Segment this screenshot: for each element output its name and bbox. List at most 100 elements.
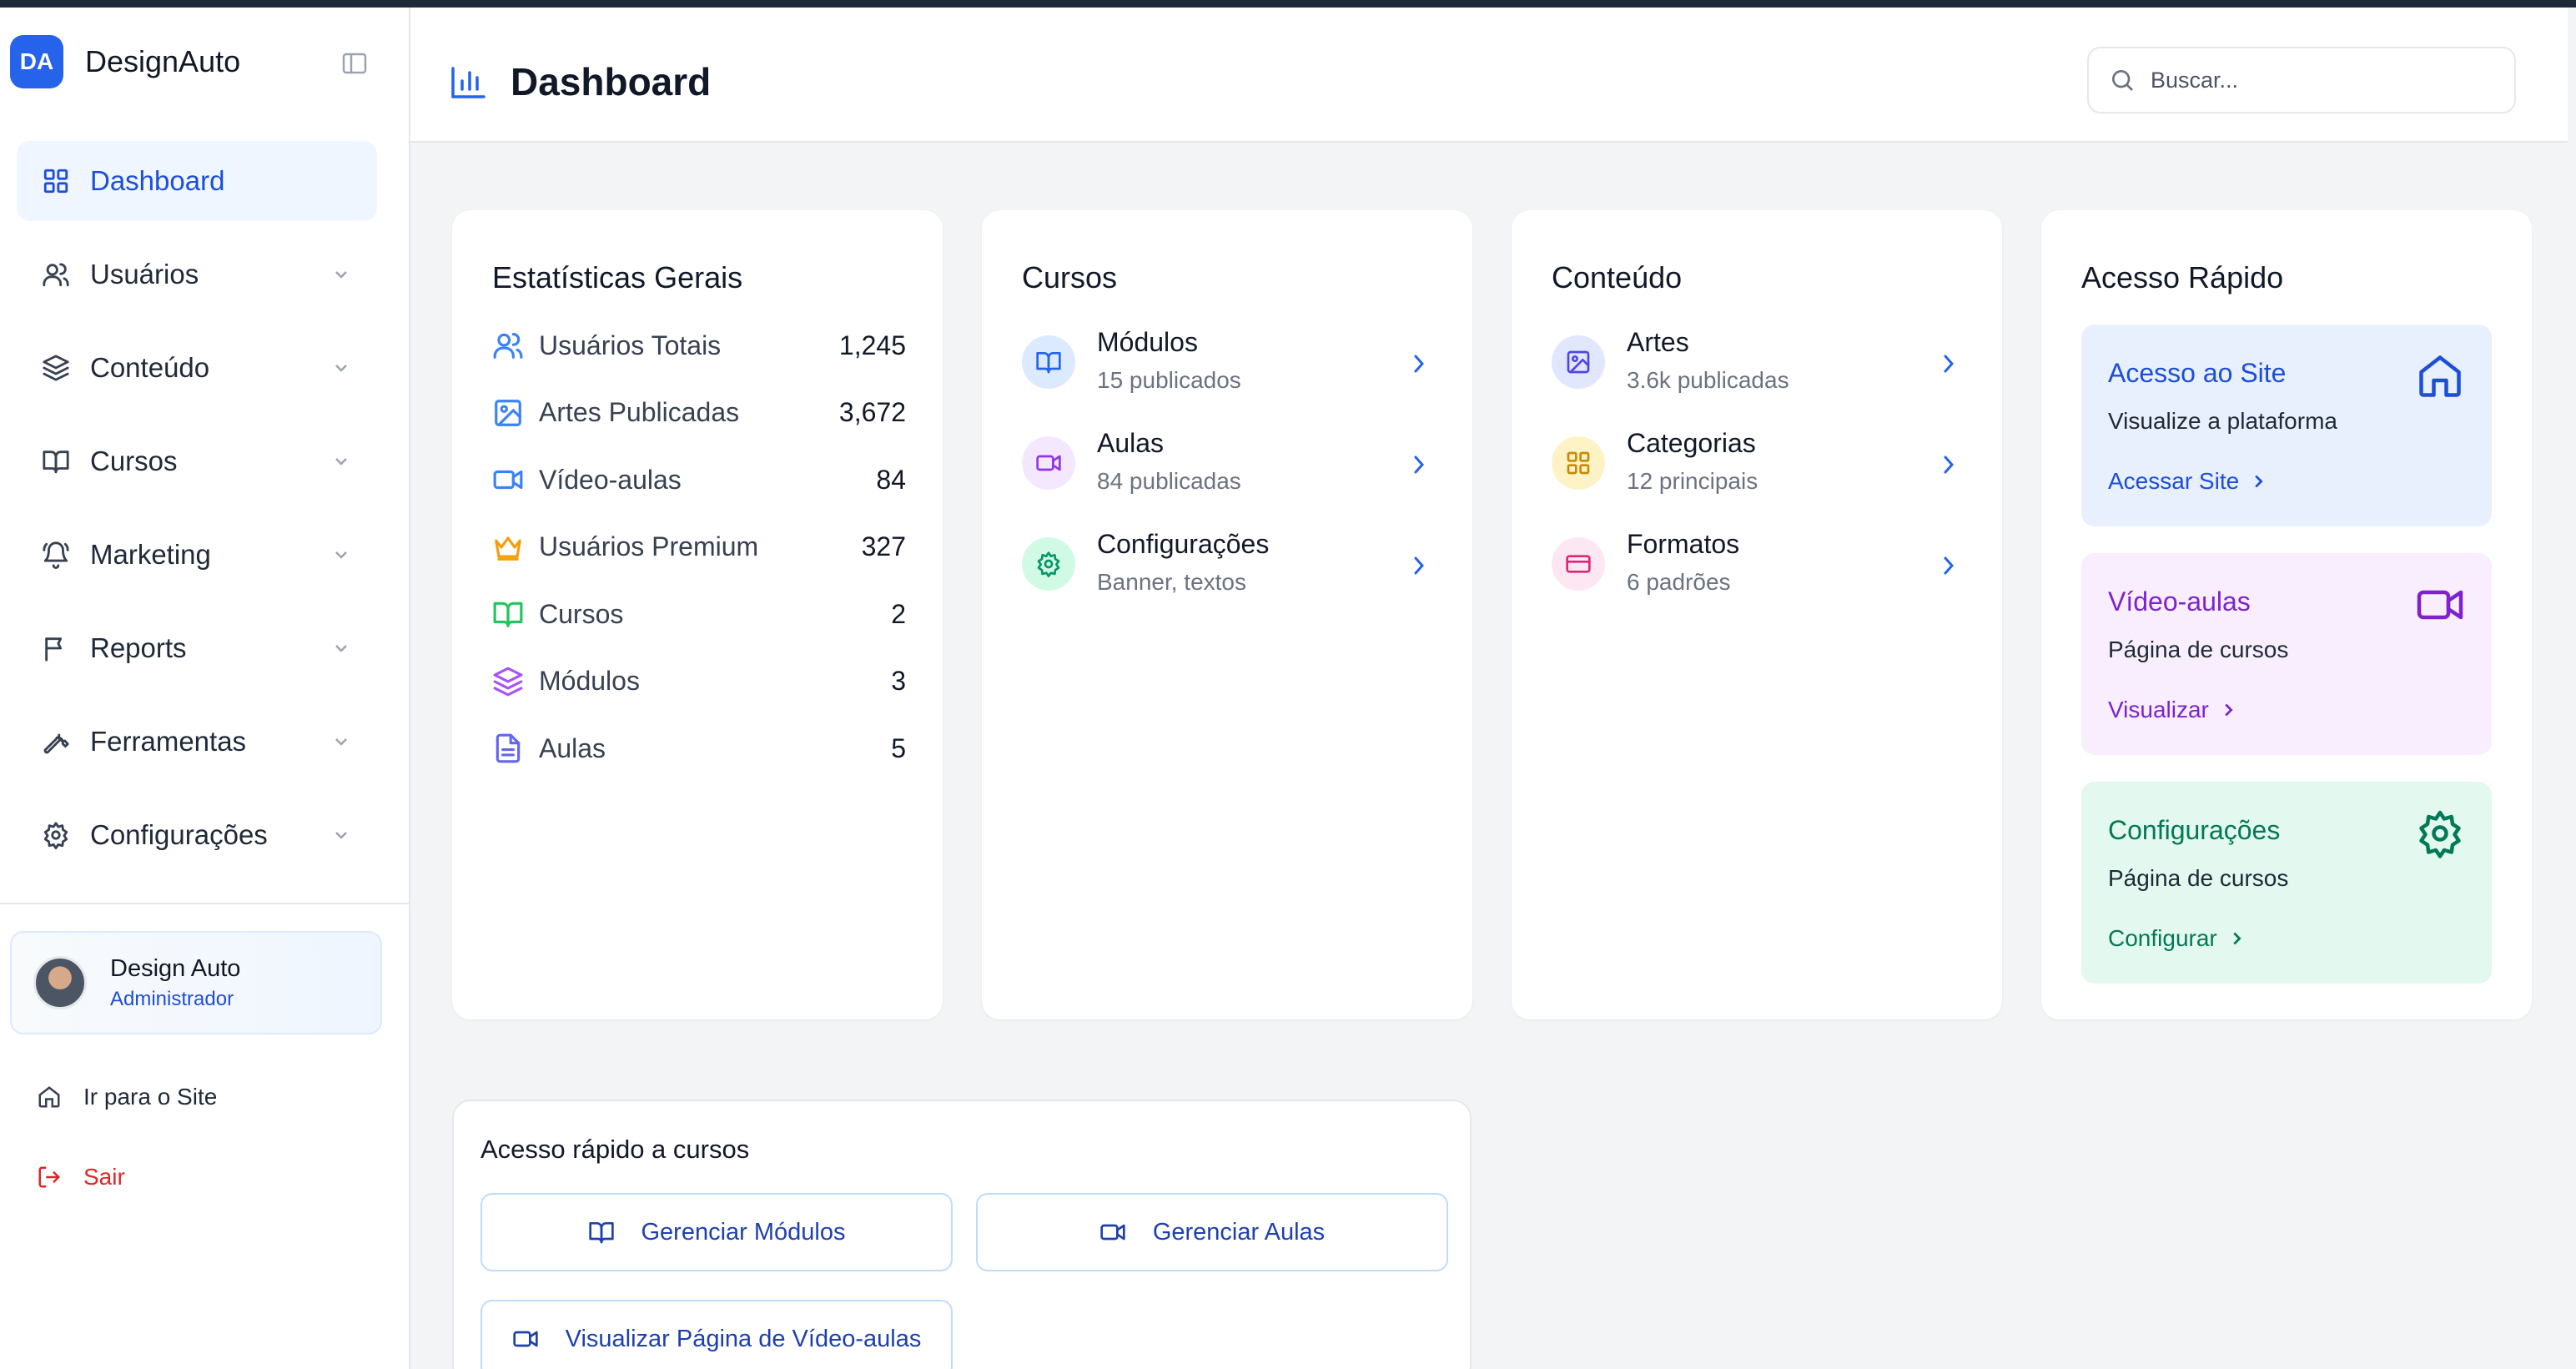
file-icon	[496, 733, 521, 763]
course-shortcut-button[interactable]: Visualizar Página de Vídeo-aulas	[480, 1300, 953, 1369]
stat-value: 327	[861, 531, 906, 561]
sidebar-nav: Dashboard Usuários Conteúdo Cursos Marketing…	[17, 141, 377, 888]
sidebar-item-6[interactable]: Ferramentas	[17, 702, 377, 782]
link-title: Categorias	[1627, 428, 1756, 458]
user-name: Design Auto	[110, 954, 241, 982]
icon-circle	[1552, 335, 1605, 389]
sidebar-divider	[0, 903, 409, 904]
sidebar-item-7[interactable]: Configurações	[17, 795, 377, 875]
quick-access-tile-title: Vídeo-aulas	[2108, 586, 2251, 617]
cursos-link-row[interactable]: Configurações Banner, textos	[1022, 529, 1439, 604]
logout-label: Sair	[83, 1164, 125, 1190]
stat-label: Usuários Premium	[539, 531, 759, 561]
sidebar-item-label: Conteúdo	[90, 352, 210, 383]
chevron-right-icon	[2233, 932, 2241, 945]
sidebar-toggle-icon[interactable]	[342, 53, 367, 74]
course-shortcut-button[interactable]: Gerenciar Aulas	[976, 1193, 1448, 1271]
sidebar: DA DesignAuto Dashboard Usuários Conteúdo C…	[0, 8, 410, 1369]
quick-access-title: Acesso Rápido	[2081, 260, 2284, 294]
go-to-site-label: Ir para o Site	[83, 1084, 218, 1110]
sidebar-item-3[interactable]: Cursos	[17, 421, 377, 501]
search-input[interactable]	[2151, 67, 2501, 93]
stat-label: Usuários Totais	[539, 330, 722, 360]
link-subtitle: 84 publicadas	[1097, 468, 1241, 494]
user-card[interactable]: Design Auto Administrador	[10, 931, 382, 1034]
quick-access-link-label: Acessar Site	[2108, 468, 2240, 494]
course-shortcut-button[interactable]: Gerenciar Módulos	[480, 1193, 953, 1271]
link-title: Artes	[1627, 327, 1689, 357]
chevron-right-icon	[1944, 556, 1955, 575]
quick-access-card: Acesso Rápido Acesso ao Site Visualize a …	[2041, 210, 2532, 1019]
chevron-down-icon	[335, 271, 347, 279]
crown-icon	[495, 536, 521, 561]
link-subtitle: 6 padrões	[1627, 569, 1731, 595]
gear-icon	[1037, 551, 1060, 577]
conteudo-link-row[interactable]: Categorias 12 principais	[1552, 428, 1969, 503]
cursos-link-row[interactable]: Aulas 84 publicadas	[1022, 428, 1439, 503]
sidebar-item-label: Configurações	[90, 819, 268, 850]
sidebar-item-2[interactable]: Conteúdo	[17, 328, 377, 408]
link-subtitle: 12 principais	[1627, 468, 1758, 494]
chevron-right-icon	[2255, 475, 2263, 488]
gear-icon	[43, 822, 68, 849]
grid-icon	[43, 169, 68, 194]
card-icon	[1566, 555, 1591, 573]
conteudo-link-row[interactable]: Artes 3.6k publicadas	[1552, 327, 1969, 402]
book-icon	[493, 601, 523, 627]
quick-access-tile-link[interactable]: Visualizar	[2108, 697, 2237, 723]
stats-card: Estatísticas Gerais Usuários Totais 1,245…	[452, 210, 943, 1019]
scrollbar[interactable]	[2568, 8, 2576, 1369]
icon-circle	[1022, 436, 1075, 490]
grid-icon	[1567, 451, 1590, 475]
course-shortcut-label: Gerenciar Aulas	[1152, 1218, 1326, 1246]
stats-title: Estatísticas Gerais	[492, 260, 743, 294]
image-icon	[495, 399, 521, 426]
cursos-link-row[interactable]: Módulos 15 publicados	[1022, 327, 1439, 402]
content-card: Conteúdo Artes 3.6k publicadas Categorias 1…	[1512, 210, 2002, 1019]
icon-circle	[1552, 537, 1605, 591]
flag-icon	[45, 637, 63, 662]
video-icon	[1100, 1224, 1125, 1241]
sidebar-item-label: Usuários	[90, 259, 199, 289]
quick-access-tile[interactable]: Vídeo-aulas Página de cursos Visualizar	[2081, 553, 2492, 755]
icon-circle	[1552, 436, 1605, 490]
brand[interactable]: DA DesignAuto	[10, 34, 240, 89]
sidebar-item-4[interactable]: Marketing	[17, 515, 377, 595]
link-subtitle: 3.6k publicadas	[1627, 367, 1789, 393]
image-icon	[1567, 350, 1590, 374]
quick-access-tile-title: Configurações	[2108, 815, 2281, 845]
chevron-right-icon	[1944, 355, 1955, 373]
stat-row: Cursos 2	[492, 594, 906, 634]
quick-access-tile[interactable]: Acesso ao Site Visualize a plataforma Aces…	[2081, 325, 2492, 526]
bell-icon	[43, 541, 69, 569]
stat-value: 5	[891, 732, 906, 763]
sidebar-item-0[interactable]: Dashboard	[17, 141, 377, 221]
course-shortcut-label: Visualizar Página de Vídeo-aulas	[565, 1325, 922, 1352]
quick-access-tile[interactable]: Configurações Página de cursos Configurar	[2081, 782, 2492, 984]
quick-access-tile-desc: Visualize a plataforma	[2108, 408, 2337, 434]
sidebar-item-label: Cursos	[90, 445, 178, 476]
sidebar-item-1[interactable]: Usuários	[17, 234, 377, 315]
video-icon	[512, 1331, 538, 1347]
sidebar-item-5[interactable]: Reports	[17, 608, 377, 688]
go-to-site-link[interactable]: Ir para o Site	[37, 1080, 217, 1114]
chevron-down-icon	[335, 365, 347, 372]
chevron-right-icon	[1414, 455, 1425, 474]
logout-link[interactable]: Sair	[37, 1160, 125, 1194]
quick-access-link-label: Visualizar	[2108, 697, 2209, 722]
course-shortcuts-card: Acesso rápido a cursos Gerenciar Módulos…	[452, 1100, 1472, 1369]
quick-access-tile-link[interactable]: Acessar Site	[2108, 468, 2267, 495]
sidebar-item-label: Ferramentas	[90, 726, 247, 757]
chevron-right-icon	[1414, 355, 1425, 373]
sidebar-item-label: Dashboard	[90, 165, 225, 196]
wrench-icon	[43, 733, 69, 754]
stat-label: Artes Publicadas	[539, 397, 740, 427]
quick-access-tile-title: Acesso ao Site	[2108, 358, 2287, 388]
stat-row: Usuários Premium 327	[492, 527, 906, 567]
video-icon	[493, 470, 523, 490]
quick-access-tile-link[interactable]: Configurar	[2108, 925, 2246, 952]
chevron-down-icon	[335, 645, 347, 652]
conteudo-link-row[interactable]: Formatos 6 padrões	[1552, 529, 1969, 604]
courses-title: Cursos	[1022, 260, 1118, 294]
stat-label: Módulos	[539, 666, 640, 696]
